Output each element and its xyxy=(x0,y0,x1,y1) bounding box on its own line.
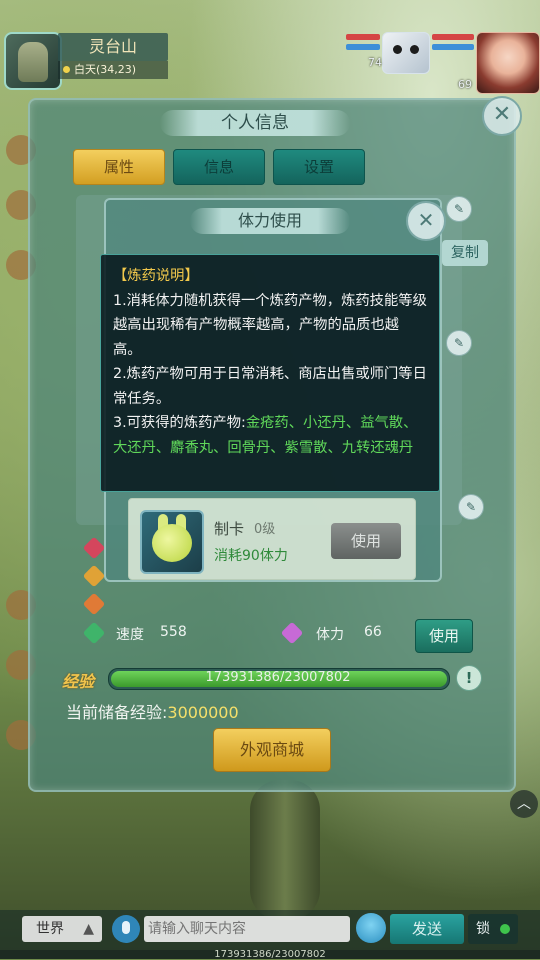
copy-button[interactable]: 复制 xyxy=(442,240,488,266)
map-coords: 白天(34,23) xyxy=(58,61,168,79)
stamina-label: 体力 xyxy=(316,627,344,643)
chat-input[interactable] xyxy=(144,916,350,942)
chevron-up-icon[interactable]: ︿ xyxy=(510,790,538,818)
stored-experience: 当前储备经验:3000000 xyxy=(66,699,239,723)
hero-mp-bar xyxy=(432,44,474,50)
lock-toggle[interactable]: 锁 xyxy=(468,914,518,944)
stamina-value: 66 xyxy=(364,624,382,640)
chat-channel-select[interactable]: 世界 ▲ xyxy=(22,916,102,942)
map-name[interactable]: 灵台山 xyxy=(58,33,168,61)
close-icon: ✕ xyxy=(417,208,435,232)
send-button[interactable]: 发送 xyxy=(390,914,464,944)
speed-value: 558 xyxy=(160,624,187,640)
panel-close-button[interactable]: ✕ xyxy=(482,96,522,136)
edit-icon[interactable]: ✎ xyxy=(446,330,472,356)
experience-text: 173931386/23007802 xyxy=(205,670,351,685)
skill-name: 制卡 xyxy=(214,520,245,538)
stamina-popup-close-button[interactable]: ✕ xyxy=(406,201,446,241)
alchemy-info-p3-prefix: 3.可获得的炼药产物: xyxy=(113,415,246,431)
stamina-use-button[interactable]: 使用 xyxy=(415,619,473,653)
tree-trunk xyxy=(250,780,320,920)
tab-info[interactable]: 信息 xyxy=(173,149,265,185)
edit-icon[interactable]: ✎ xyxy=(458,494,484,520)
player-avatar[interactable] xyxy=(4,32,62,90)
alchemy-info-tooltip: 【炼药说明】 1.消耗体力随机获得一个炼药产物，炼药技能等级越高出现稀有产物概率… xyxy=(100,254,440,492)
pet-hp-bar xyxy=(346,34,380,40)
close-icon: ✕ xyxy=(492,102,512,127)
lock-label: 锁 xyxy=(476,921,490,937)
pet-mp-bar xyxy=(346,44,380,50)
tab-attributes[interactable]: 属性 xyxy=(73,149,165,185)
panel-title: 个人信息 xyxy=(160,110,350,136)
skill-cost: 消耗90体力 xyxy=(214,548,288,564)
bottom-experience-text: 173931386/23007802 xyxy=(0,950,540,960)
hero-hp-bar xyxy=(432,34,474,40)
speed-label: 速度 xyxy=(116,627,144,643)
alchemy-info-p1: 1.消耗体力随机获得一个炼药产物，炼药技能等级越高出现稀有产物概率越高，产物的品… xyxy=(113,292,427,358)
appearance-shop-button[interactable]: 外观商城 xyxy=(213,728,331,772)
alchemy-info-p2: 2.炼药产物可用于日常消耗、商店出售或师门等日常任务。 xyxy=(113,366,427,407)
chevron-up-icon: ▲ xyxy=(83,921,94,937)
pet-level: 74 xyxy=(368,56,382,69)
stamina-popup-title: 体力使用 xyxy=(190,208,350,234)
emoji-icon[interactable] xyxy=(356,913,386,943)
card-making-skill-icon xyxy=(140,510,204,574)
stored-experience-value: 3000000 xyxy=(167,703,239,722)
pet-portrait[interactable] xyxy=(382,32,430,74)
channel-label: 世界 xyxy=(36,921,64,937)
skill-use-button[interactable]: 使用 xyxy=(331,523,401,559)
panda-eye-icon xyxy=(393,45,402,54)
experience-label: 经验 xyxy=(62,672,95,691)
skill-level: 0级 xyxy=(254,522,276,537)
rabbit-face-icon xyxy=(152,524,192,562)
alchemy-info-heading: 【炼药说明】 xyxy=(113,268,199,284)
stored-experience-label: 当前储备经验: xyxy=(66,703,168,722)
lock-status-icon xyxy=(500,924,510,934)
statue-icon xyxy=(18,42,48,82)
experience-info-icon[interactable]: ! xyxy=(456,665,482,691)
tab-settings[interactable]: 设置 xyxy=(273,149,365,185)
panda-eye-icon xyxy=(410,45,419,54)
hero-portrait[interactable] xyxy=(476,32,540,94)
edit-icon[interactable]: ✎ xyxy=(446,196,472,222)
hero-level: 69 xyxy=(458,78,472,91)
microphone-icon[interactable] xyxy=(112,915,140,943)
